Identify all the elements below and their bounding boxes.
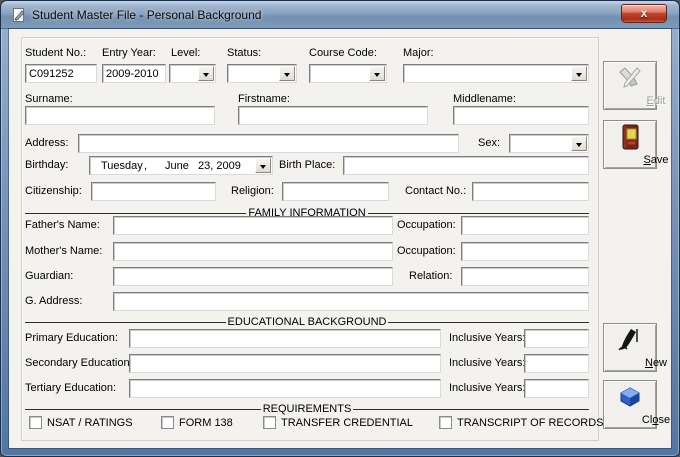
- requirements-title: REQUIREMENTS: [262, 403, 352, 415]
- level-label: Level:: [171, 47, 201, 59]
- secondary-education-label: Secondary Education:: [25, 357, 133, 369]
- nsat-ratings-checkbox[interactable]: [29, 416, 42, 429]
- new-button-label: New: [644, 357, 667, 369]
- birthday-separator: ,: [144, 160, 148, 172]
- citizenship-input[interactable]: [91, 182, 216, 201]
- mothers-name-label: Mother's Name:: [25, 245, 103, 257]
- close-button[interactable]: Close: [603, 380, 670, 429]
- requirements-divider: REQUIREMENTS: [25, 403, 589, 415]
- birth-place-label: Birth Place:: [279, 159, 336, 171]
- new-button[interactable]: New: [603, 323, 667, 372]
- close-blue-box-icon: [617, 384, 643, 415]
- firstname-label: Firstname:: [238, 93, 290, 105]
- secondary-inclusive-years-input[interactable]: [524, 354, 589, 373]
- save-disk-icon: [619, 124, 641, 155]
- primary-inclusive-years-input[interactable]: [524, 329, 589, 348]
- relation-label: Relation:: [409, 270, 453, 282]
- fathers-name-label: Father's Name:: [25, 219, 100, 231]
- window-title: Student Master File - Personal Backgroun…: [32, 8, 262, 22]
- student-master-file-window: Student Master File - Personal Backgroun…: [0, 0, 680, 457]
- tertiary-education-input[interactable]: [129, 379, 441, 398]
- g-address-input[interactable]: [113, 292, 589, 311]
- course-code-select[interactable]: [309, 64, 387, 83]
- tertiary-inclusive-years-label: Inclusive Years:: [449, 382, 526, 394]
- primary-inclusive-years-label: Inclusive Years:: [449, 332, 526, 344]
- primary-education-input[interactable]: [129, 329, 441, 348]
- middlename-input[interactable]: [453, 106, 589, 125]
- status-dropdown-arrow-icon[interactable]: [279, 66, 295, 81]
- surname-label: Surname:: [25, 93, 73, 105]
- save-button-label: Save: [643, 154, 669, 166]
- status-label: Status:: [227, 47, 262, 59]
- sex-dropdown-arrow-icon[interactable]: [571, 136, 587, 151]
- level-select[interactable]: [169, 64, 216, 83]
- student-no-label: Student No.:: [25, 47, 87, 59]
- mother-occupation-input[interactable]: [461, 242, 589, 261]
- educational-background-title: EDUCATIONAL BACKGROUND: [227, 316, 387, 328]
- nsat-ratings-label: NSAT / RATINGS: [47, 417, 133, 429]
- mothers-name-input[interactable]: [113, 242, 393, 261]
- religion-label: Religion:: [231, 185, 274, 197]
- close-button-label: Close: [641, 414, 671, 426]
- form-client-area: Student No.: Entry Year: Level: Status: …: [9, 29, 671, 448]
- student-no-input[interactable]: [25, 64, 97, 83]
- secondary-inclusive-years-label: Inclusive Years:: [449, 357, 526, 369]
- firstname-input[interactable]: [238, 106, 428, 125]
- primary-education-label: Primary Education:: [25, 332, 118, 344]
- major-select[interactable]: [403, 64, 589, 83]
- status-select[interactable]: [227, 64, 297, 83]
- sex-select[interactable]: [509, 134, 589, 153]
- edit-button[interactable]: Edit: [603, 61, 665, 110]
- window-close-button[interactable]: x: [621, 4, 667, 23]
- fathers-name-input[interactable]: [113, 216, 393, 235]
- secondary-education-input[interactable]: [129, 354, 441, 373]
- guardian-input[interactable]: [113, 267, 393, 286]
- mother-occupation-label: Occupation:: [397, 245, 456, 257]
- contact-no-input[interactable]: [472, 182, 589, 201]
- major-dropdown-arrow-icon[interactable]: [571, 66, 587, 81]
- transfer-credential-label: TRANSFER CREDENTIAL: [281, 417, 414, 429]
- birthday-weekday: Tuesday: [101, 160, 143, 172]
- address-input[interactable]: [78, 134, 459, 153]
- relation-input[interactable]: [461, 267, 589, 286]
- course-code-dropdown-arrow-icon[interactable]: [369, 66, 385, 81]
- g-address-label: G. Address:: [25, 295, 83, 307]
- course-code-label: Course Code:: [309, 47, 377, 59]
- address-label: Address:: [25, 137, 69, 149]
- birthday-month: June: [165, 160, 189, 172]
- father-occupation-input[interactable]: [461, 216, 589, 235]
- surname-input[interactable]: [25, 106, 215, 125]
- entry-year-label: Entry Year:: [102, 47, 156, 59]
- citizenship-label: Citizenship:: [25, 185, 82, 197]
- birthday-dropdown-arrow-icon[interactable]: [255, 158, 271, 173]
- father-occupation-label: Occupation:: [397, 219, 456, 231]
- edit-button-label: Edit: [646, 95, 666, 107]
- edit-pencil-icon: [617, 65, 643, 96]
- level-dropdown-arrow-icon[interactable]: [198, 66, 214, 81]
- tertiary-inclusive-years-input[interactable]: [524, 379, 589, 398]
- transcript-of-records-checkbox[interactable]: [439, 416, 452, 429]
- contact-no-label: Contact No.:: [405, 185, 467, 197]
- save-button[interactable]: Save: [603, 120, 669, 169]
- birth-place-input[interactable]: [343, 156, 589, 175]
- tertiary-education-label: Tertiary Education:: [25, 382, 117, 394]
- major-label: Major:: [403, 47, 434, 59]
- birthday-day-year: 23, 2009: [198, 160, 241, 172]
- form-138-checkbox[interactable]: [161, 416, 174, 429]
- sex-label: Sex:: [478, 137, 501, 149]
- birthday-label: Birthday:: [25, 159, 69, 171]
- educational-background-divider: EDUCATIONAL BACKGROUND: [25, 316, 590, 328]
- middlename-label: Middlename:: [453, 93, 516, 105]
- guardian-label: Guardian:: [25, 270, 74, 282]
- entry-year-input[interactable]: [102, 64, 166, 83]
- new-pen-icon: [617, 327, 643, 358]
- document-pen-icon: [11, 7, 27, 23]
- transfer-credential-checkbox[interactable]: [263, 416, 276, 429]
- transcript-of-records-label: TRANSCRIPT OF RECORDS: [457, 417, 604, 429]
- religion-input[interactable]: [282, 182, 389, 201]
- birthday-picker[interactable]: Tuesday , June 23, 2009: [89, 156, 273, 175]
- title-bar[interactable]: Student Master File - Personal Backgroun…: [1, 1, 679, 29]
- form-138-label: FORM 138: [179, 417, 233, 429]
